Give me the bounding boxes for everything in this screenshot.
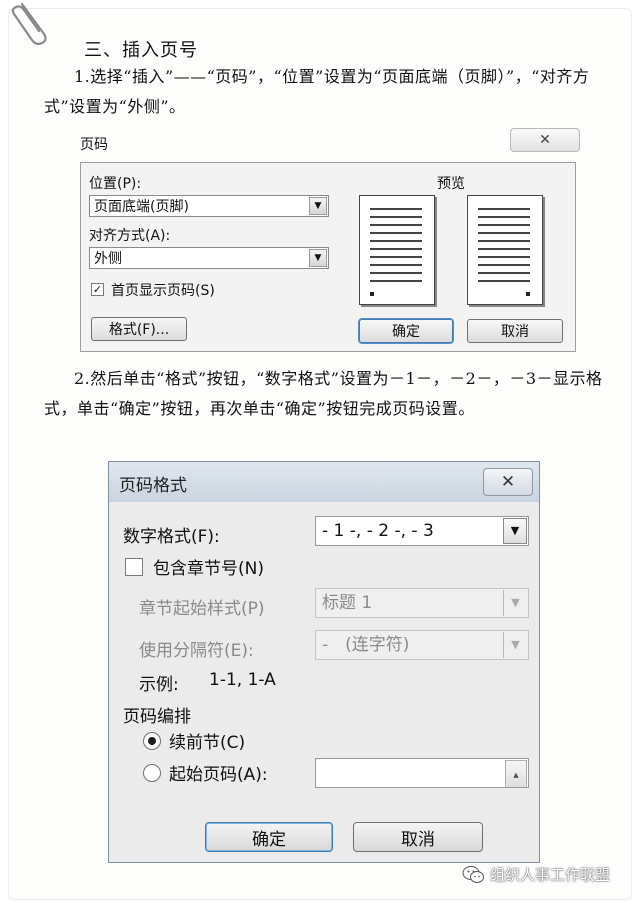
watermark: 组织人事工作联盟 — [462, 864, 610, 885]
alignment-select[interactable]: 外侧 ▼ — [89, 247, 329, 269]
preview-label: 预览 — [437, 176, 465, 192]
chevron-down-icon: ▼ — [503, 518, 527, 544]
ok-button[interactable]: 确定 — [205, 822, 333, 852]
spin-up-icon[interactable]: ▲ — [505, 760, 527, 787]
wechat-icon — [462, 865, 484, 883]
alignment-label: 对齐方式(A): — [89, 228, 171, 244]
separator-label: 使用分隔符(E): — [139, 641, 254, 661]
ok-button[interactable]: 确定 — [359, 319, 453, 343]
numbering-section-label: 页码编排 — [123, 707, 191, 727]
start-at-label: 起始页码(A): — [169, 765, 268, 785]
continue-label: 续前节(C) — [169, 733, 246, 753]
close-icon: ✕ — [500, 472, 516, 492]
show-first-page-checkbox[interactable]: ✓ — [91, 283, 104, 296]
cancel-button-label: 取消 — [401, 829, 435, 850]
format-button[interactable]: 格式(F)... — [91, 317, 187, 341]
show-first-page-label: 首页显示页码(S) — [111, 283, 215, 299]
paperclip-icon — [11, 2, 47, 46]
ok-button-label: 确定 — [252, 829, 286, 850]
instruction-paragraph-2: 2.然后单击“格式”按钮，“数字格式”设置为－1－，－2－，－3－显示格式，单击… — [44, 369, 603, 418]
number-format-label: 数字格式(F): — [123, 527, 220, 547]
cancel-button-label: 取消 — [501, 324, 529, 340]
position-select[interactable]: 页面底端(页脚) ▼ — [89, 195, 329, 217]
chevron-down-icon: ▼ — [503, 590, 527, 616]
cancel-button[interactable]: 取消 — [353, 822, 483, 852]
chapter-style-value: 标题 1 — [322, 593, 373, 613]
instruction-paragraph-1: 1.选择“插入”——“页码”，“位置”设置为“页面底端（页脚）”，“对齐方式”设… — [44, 67, 590, 116]
close-icon: ✕ — [539, 132, 551, 148]
watermark-text: 组织人事工作联盟 — [490, 866, 611, 884]
close-button[interactable]: ✕ — [483, 468, 533, 496]
example-value: 1-1, 1-A — [209, 670, 276, 690]
dialog-body: 位置(P): 页面底端(页脚) ▼ 对齐方式(A): 外侧 ▼ ✓ 首页显示页码… — [80, 162, 576, 352]
preview-page-right — [467, 195, 543, 305]
preview-page-left — [359, 195, 435, 305]
number-format-value: - 1 -, - 2 -, - 3 — [322, 521, 434, 541]
chevron-down-icon: ▼ — [503, 632, 527, 658]
start-at-input[interactable]: ▲ ▼ — [315, 758, 529, 788]
alignment-value: 外侧 — [94, 251, 122, 267]
number-format-select[interactable]: - 1 -, - 2 -, - 3 ▼ — [315, 516, 529, 546]
cancel-button[interactable]: 取消 — [467, 319, 563, 343]
continue-radio[interactable] — [143, 732, 161, 750]
close-button[interactable]: ✕ — [510, 128, 580, 152]
position-value: 页面底端(页脚) — [94, 199, 189, 215]
include-chapter-checkbox[interactable] — [125, 558, 143, 576]
position-label: 位置(P): — [89, 176, 142, 192]
format-button-label: 格式(F)... — [108, 322, 170, 338]
ok-button-label: 确定 — [392, 324, 420, 340]
title-bar: 页码格式 ✕ — [109, 462, 539, 502]
chapter-style-select[interactable]: 标题 1 ▼ — [315, 588, 529, 618]
section-heading: 三、插入页号 — [84, 40, 198, 61]
example-label: 示例: — [139, 675, 179, 695]
separator-value: - (连字符) — [322, 635, 410, 655]
include-chapter-label: 包含章节号(N) — [153, 559, 264, 579]
separator-select[interactable]: - (连字符) ▼ — [315, 630, 529, 660]
dialog-title: 页码格式 — [119, 476, 187, 496]
page-number-format-dialog: 页码格式 ✕ 数字格式(F): - 1 -, - 2 -, - 3 ▼ 包含章节… — [108, 461, 540, 863]
dialog-title: 页码 — [80, 137, 108, 153]
page-numbers-dialog: 页码 ✕ 位置(P): 页面底端(页脚) ▼ 对齐方式(A): 外侧 ▼ ✓ 首… — [76, 128, 580, 354]
chapter-style-label: 章节起始样式(P) — [139, 599, 265, 619]
chevron-down-icon: ▼ — [309, 197, 327, 215]
chevron-down-icon: ▼ — [309, 249, 327, 267]
spinner[interactable]: ▲ ▼ — [505, 760, 527, 787]
start-at-radio[interactable] — [143, 764, 161, 782]
